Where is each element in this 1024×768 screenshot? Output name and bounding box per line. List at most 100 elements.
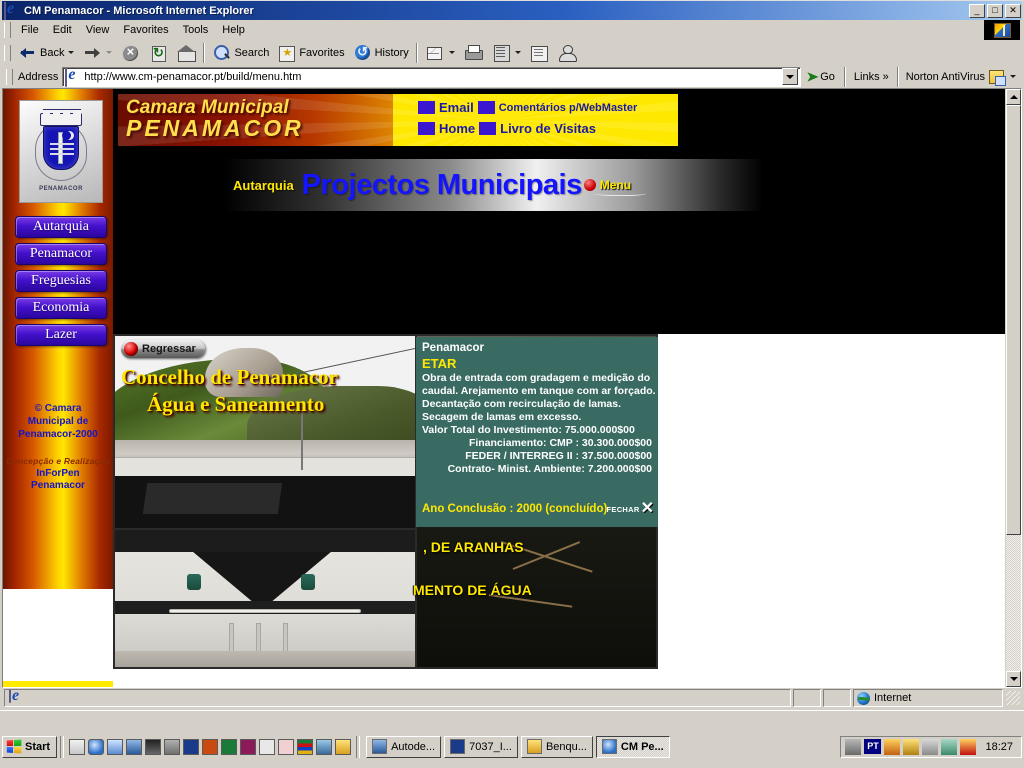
menu-item-favorites[interactable]: Favorites: [116, 22, 175, 38]
toolbar-separator: [203, 42, 206, 63]
task-button-benqu[interactable]: Benqu...: [520, 735, 593, 758]
minimize-button[interactable]: _: [969, 3, 985, 18]
quicklaunch-word-icon[interactable]: [183, 738, 200, 755]
quicklaunch-calculator-icon[interactable]: [316, 738, 333, 755]
banner-link-webmaster[interactable]: Comentários p/WebMaster: [499, 102, 638, 114]
maximize-button[interactable]: □: [987, 3, 1003, 18]
back-dropdown-icon[interactable]: [68, 51, 75, 54]
banner-link-email[interactable]: Email: [439, 100, 474, 115]
menu-item-help[interactable]: Help: [215, 22, 252, 38]
menu-item-tools[interactable]: Tools: [176, 22, 216, 38]
sidebar-item-autarquia[interactable]: Autarquia: [15, 216, 107, 238]
sidebar-item-penamacor[interactable]: Penamacor: [15, 243, 107, 265]
tray-language-indicator[interactable]: PT: [864, 739, 882, 754]
tray-user-icon[interactable]: [941, 738, 958, 755]
close-button[interactable]: ✕: [1005, 3, 1021, 18]
address-input-wrapper[interactable]: http://www.cm-penamacor.pt/build/menu.ht…: [62, 66, 802, 87]
security-zone-pane[interactable]: Internet: [853, 689, 1003, 707]
banner-links-row-1: Email Comentários p/WebMaster: [418, 100, 637, 115]
history-button[interactable]: History: [349, 42, 413, 64]
toolbar-grip[interactable]: [4, 44, 11, 61]
quicklaunch-acrobat-reader-icon[interactable]: [278, 738, 295, 755]
favorites-label: Favorites: [299, 46, 345, 59]
banner-links: Email Comentários p/WebMaster Home Livro…: [418, 100, 637, 136]
bullet-square-icon: [418, 101, 435, 114]
norton-dropdown-icon[interactable]: [1010, 75, 1016, 78]
info-close-button[interactable]: FECHAR ✕: [606, 500, 654, 517]
mail-dropdown-icon[interactable]: [448, 51, 455, 54]
quicklaunch-powerpoint-icon[interactable]: [202, 738, 219, 755]
scroll-thumb[interactable]: [1006, 105, 1021, 535]
banner-link-home[interactable]: Home: [439, 121, 475, 136]
quicklaunch-internet-explorer-icon[interactable]: [88, 738, 105, 755]
quicklaunch-list-icon[interactable]: [297, 738, 314, 755]
tray-norton-icon[interactable]: [884, 738, 901, 755]
scroll-down-button[interactable]: [1006, 671, 1021, 687]
banner-links-row-2: Home Livro de Visitas: [418, 121, 637, 136]
quicklaunch-media-icon[interactable]: [145, 738, 162, 755]
start-button[interactable]: Start: [2, 735, 58, 758]
quicklaunch-search-icon[interactable]: [335, 738, 352, 755]
quicklaunch-notepad-icon[interactable]: [69, 738, 86, 755]
search-button[interactable]: Search: [208, 42, 273, 64]
edit-dropdown-icon[interactable]: [514, 51, 521, 54]
favorites-button[interactable]: Favorites: [273, 42, 348, 64]
tray-volume-icon[interactable]: [922, 738, 939, 755]
menu-item-edit[interactable]: Edit: [46, 22, 79, 38]
refresh-button[interactable]: [144, 42, 172, 64]
norton-antivirus-button[interactable]: Norton AntiVirus: [902, 69, 1020, 86]
address-dropdown-button[interactable]: [782, 68, 799, 85]
app-icon: [4, 1, 20, 21]
forward-button[interactable]: [78, 42, 116, 64]
regressar-button[interactable]: Regressar: [121, 340, 205, 358]
tray-clock[interactable]: 18:27: [979, 741, 1017, 753]
menu-button[interactable]: Menu: [583, 178, 646, 196]
address-input[interactable]: http://www.cm-penamacor.pt/build/menu.ht…: [84, 71, 782, 83]
tray-update-icon[interactable]: [960, 738, 977, 755]
coat-of-arms: PENAMACOR: [19, 100, 103, 203]
sidebar-item-economia[interactable]: Economia: [15, 297, 107, 319]
address-grip[interactable]: [6, 68, 13, 85]
edit-page-icon: [491, 43, 511, 63]
task-button-cm-penamacor[interactable]: CM Pe...: [595, 735, 670, 758]
home-button[interactable]: [172, 42, 200, 64]
quicklaunch-photo-icon[interactable]: [164, 738, 181, 755]
quicklaunch-access-icon[interactable]: [240, 738, 257, 755]
tray-network-icon[interactable]: [845, 738, 862, 755]
quicklaunch-outlook-express-icon[interactable]: [107, 738, 124, 755]
menu-grip[interactable]: [4, 21, 11, 38]
favorites-star-icon: [277, 43, 297, 63]
quicklaunch-acrobat-icon[interactable]: [259, 738, 276, 755]
refresh-icon: [148, 43, 168, 63]
sidebar-item-freguesias[interactable]: Freguesias: [15, 270, 107, 292]
back-button[interactable]: Back: [14, 42, 78, 64]
tray-display-icon[interactable]: [903, 738, 920, 755]
task-button-autodesk[interactable]: Autode...: [366, 735, 442, 758]
toolbar: Back Search Favorites History: [2, 40, 1022, 66]
close-x-icon: ✕: [640, 500, 654, 517]
go-button[interactable]: ➤ Go: [801, 69, 841, 85]
close-label: FECHAR: [606, 504, 640, 514]
status-message-pane: [4, 689, 791, 707]
links-button[interactable]: Links »: [849, 71, 894, 83]
scroll-track[interactable]: [1006, 105, 1021, 671]
resize-grip[interactable]: [1006, 691, 1020, 705]
task-button-word-doc[interactable]: 7037_I...: [444, 735, 518, 758]
messenger-button[interactable]: [553, 42, 581, 64]
menu-item-view[interactable]: View: [79, 22, 117, 38]
edit-button[interactable]: [487, 42, 525, 64]
menu-item-file[interactable]: File: [14, 22, 46, 38]
stop-button[interactable]: [116, 42, 144, 64]
banner-link-guestbook[interactable]: Livro de Visitas: [500, 121, 596, 136]
info-description-line-3: Decantação com recirculação de lamas.: [422, 398, 622, 410]
quicklaunch-excel-icon[interactable]: [221, 738, 238, 755]
mail-button[interactable]: [421, 42, 459, 64]
forward-dropdown-icon[interactable]: [106, 51, 113, 54]
page-scrollbar[interactable]: [1005, 89, 1021, 687]
scroll-up-button[interactable]: [1006, 89, 1021, 105]
sidebar-item-lazer[interactable]: Lazer: [15, 324, 107, 346]
quicklaunch-autocad-icon[interactable]: [126, 738, 143, 755]
print-button[interactable]: [459, 42, 487, 64]
discuss-button[interactable]: [525, 42, 553, 64]
task-icon-autodesk: [372, 739, 388, 754]
